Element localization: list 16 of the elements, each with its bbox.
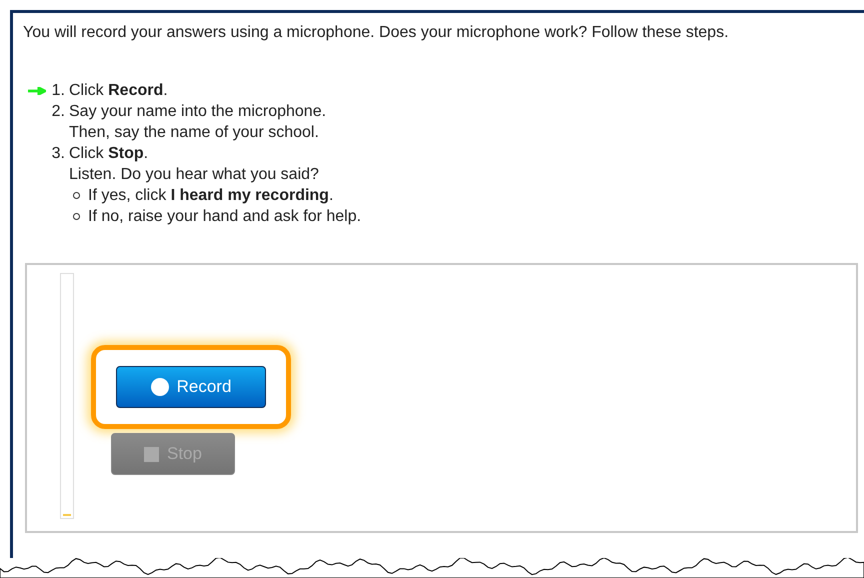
step-text: Then, say the name of your school.	[69, 123, 320, 143]
step-text: Click Stop.	[69, 144, 150, 164]
instructions-text: You will record your answers using a microphone. Does your microphone work? Follow these steps.	[23, 23, 730, 43]
bullet-text: If no, raise your hand and ask for help.	[88, 207, 362, 227]
step-text: Say your name into the microphone.	[69, 102, 326, 122]
square-icon	[144, 446, 159, 462]
step-text: Click Record.	[69, 81, 168, 101]
step-number: 1.	[50, 81, 66, 101]
bullet-icon	[73, 192, 80, 199]
step-number: 3.	[50, 144, 66, 164]
record-button[interactable]: Record	[116, 366, 266, 408]
step-text: Listen. Do you hear what you said?	[69, 165, 320, 185]
bullet-icon	[73, 213, 80, 220]
bullet-text: If yes, click I heard my recording.	[88, 186, 334, 206]
circle-icon	[150, 378, 169, 396]
step-number: 2.	[50, 102, 66, 122]
